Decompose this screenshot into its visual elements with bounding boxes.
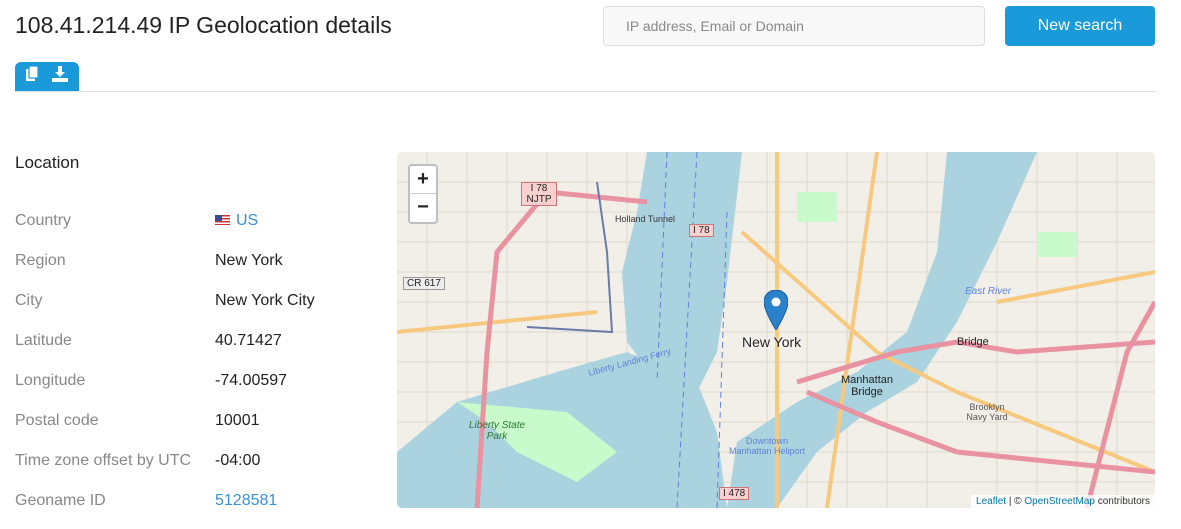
country-link[interactable]: US [215,212,258,230]
value: 10001 [215,412,260,429]
value: -04:00 [215,452,261,469]
leaflet-link[interactable]: Leaflet [976,496,1006,507]
map-label-i478: I 478 [719,487,750,500]
us-flag-icon [215,215,230,225]
page-title: 108.41.214.49 IP Geolocation details [15,12,392,38]
map-label-bridge: Bridge [957,336,989,348]
new-search-button[interactable]: New search [1005,6,1155,46]
map-label-cr617: CR 617 [403,277,445,290]
location-marker-icon[interactable] [764,290,788,330]
label: Country [15,212,72,229]
search-input[interactable] [603,6,985,46]
map-label-i78: I 78 [689,224,714,237]
value: New York City [215,292,315,309]
map-label-heliport: Downtown Manhattan Heliport [728,436,806,456]
zoom-control: + − [408,164,438,224]
map-label-navy-yard: Brooklyn Navy Yard [966,402,1008,422]
suffix: contributors [1094,496,1150,507]
download-icon[interactable] [52,66,68,87]
value: New York [215,252,283,269]
sep: | © [1006,496,1025,507]
map-label-east-river: East River [965,286,1012,297]
zoom-in-button[interactable]: + [410,166,436,194]
label: Geoname ID [15,492,106,509]
label: Longitude [15,372,86,389]
divider [15,91,1156,92]
map-label-i78njtp: I 78 NJTP [521,182,557,206]
label: Time zone offset by UTC [15,452,192,469]
label: Latitude [15,332,72,349]
copy-icon[interactable] [26,65,40,87]
value: US [236,212,259,229]
geoname-link[interactable]: 5128581 [215,492,277,510]
map-label-city: New York [742,334,802,350]
map-label-manhattan-bridge: Manhattan Bridge [841,374,893,398]
export-toolbar [15,62,79,91]
zoom-out-button[interactable]: − [410,194,436,222]
label: Region [15,252,66,269]
map-attribution: Leaflet | © OpenStreetMap contributors [971,495,1155,508]
osm-link[interactable]: OpenStreetMap [1024,496,1095,507]
label: City [15,292,43,309]
value: 40.71427 [215,332,282,349]
label: Postal code [15,412,99,429]
map[interactable]: + − I 78 NJTP I 78 CR 617 I 478 Holland … [397,152,1155,508]
location-heading: Location [15,153,80,172]
value: -74.00597 [215,372,288,389]
map-label-holland: Holland Tunnel [615,214,676,224]
map-label-liberty: Liberty State Park [468,420,526,442]
